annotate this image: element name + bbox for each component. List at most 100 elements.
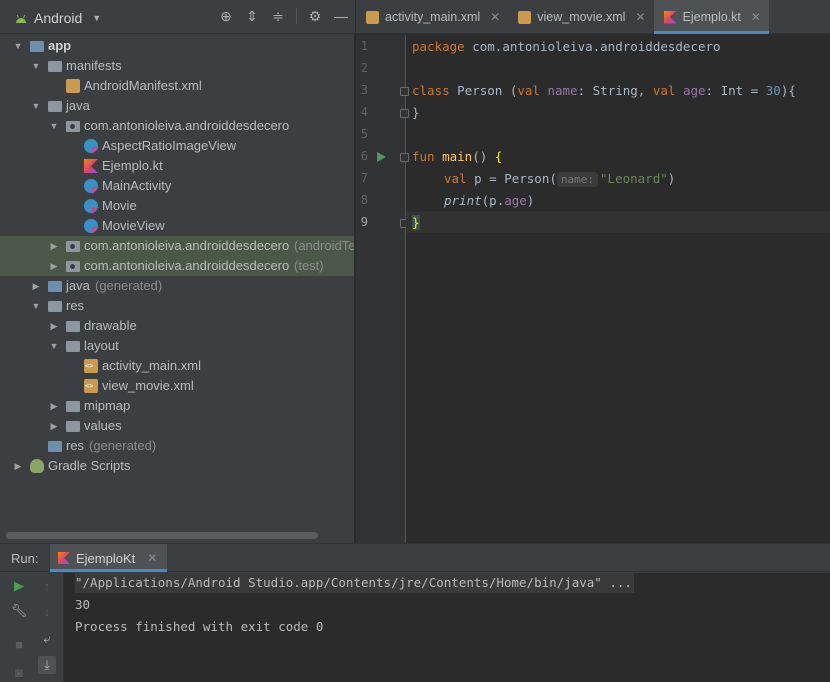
tree-item[interactable]: activity_main.xml bbox=[0, 356, 354, 376]
fold-marker-icon[interactable] bbox=[400, 109, 409, 118]
chevron-right-icon[interactable]: ▶ bbox=[48, 236, 60, 256]
tree-item[interactable]: MovieView bbox=[0, 216, 354, 236]
up-arrow-icon[interactable]: ↑ bbox=[38, 577, 56, 595]
editor-tab[interactable]: activity_main.xml ✕ bbox=[356, 0, 508, 34]
generated-folder-icon bbox=[48, 281, 62, 292]
tree-item[interactable]: ▶ drawable bbox=[0, 316, 354, 336]
chevron-right-icon[interactable]: ▶ bbox=[30, 276, 42, 296]
tree-item-label: layout bbox=[84, 338, 119, 353]
locate-file-icon[interactable]: ⊕ bbox=[218, 8, 234, 24]
soft-wrap-icon[interactable]: ⤶ bbox=[38, 630, 56, 648]
tree-item-label: manifests bbox=[66, 58, 122, 73]
android-icon bbox=[16, 14, 26, 23]
project-panel-header: Android ▼ ⊕ ⇕ ≑ ⚙ — bbox=[0, 0, 355, 34]
tree-item[interactable]: ▼ res bbox=[0, 296, 354, 316]
chevron-down-icon[interactable]: ▼ bbox=[30, 96, 42, 116]
chevron-down-icon[interactable]: ▼ bbox=[12, 36, 24, 56]
run-gutter-icon[interactable] bbox=[377, 152, 386, 162]
tree-item[interactable]: ▼ com.antonioleiva.androiddesdecero bbox=[0, 116, 354, 136]
rerun-icon[interactable]: ▶ bbox=[10, 577, 28, 595]
line-number: 8 bbox=[360, 193, 368, 207]
tree-item-label: com.antonioleiva.androiddesdecero bbox=[84, 258, 290, 273]
fold-marker-icon[interactable] bbox=[400, 153, 409, 162]
chevron-right-icon[interactable]: ▶ bbox=[48, 416, 60, 436]
editor-tab[interactable]: view_movie.xml ✕ bbox=[508, 0, 653, 34]
folder-icon bbox=[66, 421, 80, 432]
code-line-9: } bbox=[412, 215, 420, 230]
tree-item[interactable]: MainActivity bbox=[0, 176, 354, 196]
console-output[interactable]: "/Applications/Android Studio.app/Conten… bbox=[64, 573, 830, 682]
chevron-down-icon[interactable]: ▼ bbox=[30, 296, 42, 316]
chevron-right-icon[interactable]: ▶ bbox=[12, 456, 24, 476]
tree-item[interactable]: ▶ mipmap bbox=[0, 396, 354, 416]
tree-item[interactable]: ▶ java (generated) bbox=[0, 276, 354, 296]
tree-item-label: AspectRatioImageView bbox=[102, 138, 237, 153]
line-number: 5 bbox=[360, 127, 368, 141]
minimize-icon[interactable]: — bbox=[333, 8, 349, 24]
tree-item-label: mipmap bbox=[84, 398, 131, 413]
xml-file-icon bbox=[518, 10, 532, 24]
package-icon bbox=[66, 261, 80, 272]
folder-icon bbox=[66, 321, 80, 332]
folder-icon bbox=[66, 401, 80, 412]
wrench-icon[interactable]: 🔧︎ bbox=[10, 602, 28, 620]
tree-item[interactable]: ▶ values bbox=[0, 416, 354, 436]
horizontal-scrollbar[interactable] bbox=[6, 532, 318, 539]
tree-item[interactable]: res (generated) bbox=[0, 436, 354, 456]
close-icon[interactable]: ✕ bbox=[751, 10, 761, 24]
chevron-right-icon[interactable]: ▶ bbox=[48, 396, 60, 416]
project-view-selector[interactable]: Android ▼ bbox=[14, 10, 101, 26]
code-editor[interactable]: 1 2 3 4 5 6 7 8 9 package com.antonioleiva.andro… bbox=[356, 35, 830, 543]
tree-item-label: Movie bbox=[102, 198, 137, 213]
tree-item[interactable]: ▶ Gradle Scripts bbox=[0, 456, 354, 476]
tree-item[interactable]: ▼ layout bbox=[0, 336, 354, 356]
folder-icon bbox=[66, 341, 80, 352]
tree-item-label: com.antonioleiva.androiddesdecero bbox=[84, 238, 290, 253]
code-line-3: class Person (val name: String, val age:… bbox=[412, 83, 796, 98]
tree-item[interactable]: Ejemplo.kt bbox=[0, 156, 354, 176]
folder-icon bbox=[48, 101, 62, 112]
chevron-down-icon[interactable]: ▼ bbox=[48, 116, 60, 136]
tree-item[interactable]: ▶ com.antonioleiva.androiddesdecero (test) bbox=[0, 256, 354, 276]
close-icon[interactable]: ✕ bbox=[490, 10, 500, 24]
xml-file-icon bbox=[84, 359, 98, 373]
kotlin-class-icon bbox=[84, 179, 98, 193]
editor-tab[interactable]: Ejemplo.kt ✕ bbox=[653, 0, 770, 34]
tree-item[interactable]: ▶ com.antonioleiva.androiddesdecero (andro… bbox=[0, 236, 354, 256]
tree-item[interactable]: ▼ app bbox=[0, 36, 354, 56]
gear-icon[interactable]: ⚙ bbox=[307, 8, 323, 24]
parameter-hint: name: bbox=[556, 172, 599, 187]
chevron-right-icon[interactable]: ▶ bbox=[48, 256, 60, 276]
down-arrow-icon[interactable]: ↓ bbox=[38, 602, 56, 620]
kotlin-class-icon bbox=[84, 139, 98, 153]
scroll-to-end-icon[interactable]: ⤓ bbox=[38, 656, 56, 674]
tree-item-label: res bbox=[66, 438, 85, 453]
run-tab[interactable]: EjemploKt ✕ bbox=[50, 544, 168, 572]
stop-icon[interactable]: ■ bbox=[10, 635, 28, 653]
collapse-all-icon[interactable]: ≑ bbox=[270, 8, 286, 24]
package-icon bbox=[66, 121, 80, 132]
tree-item-label: com.antonioleiva.androiddesdecero bbox=[84, 118, 290, 133]
close-icon[interactable]: ✕ bbox=[635, 10, 645, 24]
tree-item-label: Gradle Scripts bbox=[48, 458, 131, 473]
tree-item[interactable]: Movie bbox=[0, 196, 354, 216]
code-line-4: } bbox=[412, 105, 420, 120]
xml-file-icon bbox=[84, 379, 98, 393]
tree-item[interactable]: ▼ java bbox=[0, 96, 354, 116]
camera-icon[interactable]: ◙ bbox=[10, 663, 28, 681]
tree-item[interactable]: view_movie.xml bbox=[0, 376, 354, 396]
project-panel: Android ▼ ⊕ ⇕ ≑ ⚙ — ▼ app ▼ manifests Androi… bbox=[0, 0, 355, 543]
editor-gutter: 1 2 3 4 5 6 7 8 9 bbox=[356, 35, 409, 543]
chevron-down-icon[interactable]: ▼ bbox=[48, 336, 60, 356]
tree-item[interactable]: AspectRatioImageView bbox=[0, 136, 354, 156]
chevron-right-icon[interactable]: ▶ bbox=[48, 316, 60, 336]
close-icon[interactable]: ✕ bbox=[147, 551, 157, 565]
folder-icon bbox=[48, 301, 62, 312]
tree-item[interactable]: AndroidManifest.xml bbox=[0, 76, 354, 96]
console-line: "/Applications/Android Studio.app/Conten… bbox=[75, 573, 634, 593]
chevron-down-icon[interactable]: ▼ bbox=[30, 56, 42, 76]
project-tree: ▼ app ▼ manifests AndroidManifest.xml ▼ java ▼ c… bbox=[0, 36, 354, 476]
fold-marker-icon[interactable] bbox=[400, 87, 409, 96]
tree-item[interactable]: ▼ manifests bbox=[0, 56, 354, 76]
expand-all-icon[interactable]: ⇕ bbox=[244, 8, 260, 24]
